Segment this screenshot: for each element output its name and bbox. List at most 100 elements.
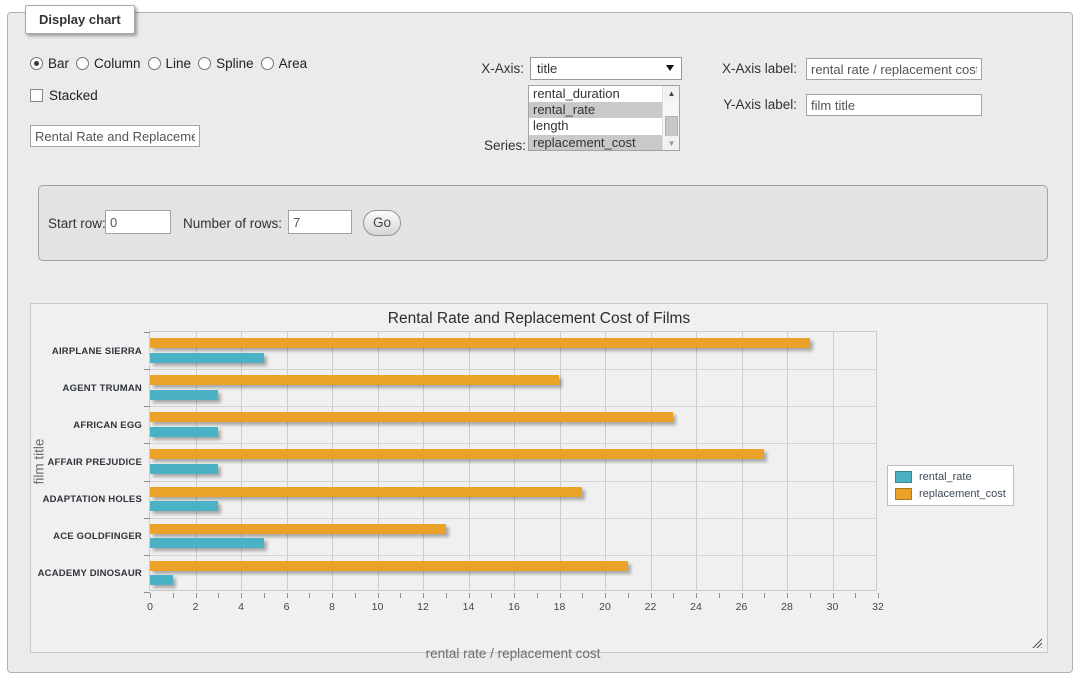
x-tick-mark: [196, 593, 197, 598]
x-tick-mark: [491, 593, 492, 598]
chart-container: Rental Rate and Replacement Cost of Film…: [30, 303, 1048, 653]
chart-type-option-line[interactable]: Line: [148, 56, 192, 71]
bar-rental_rate: [150, 575, 173, 585]
chart-type-radio-column[interactable]: [76, 57, 89, 70]
x-tick-mark: [628, 593, 629, 598]
grid-line-x: [605, 332, 606, 590]
chart-type-option-column[interactable]: Column: [76, 56, 141, 71]
x-axis-label-input[interactable]: [806, 58, 982, 80]
plot-area: AIRPLANE SIERRAAGENT TRUMANAFRICAN EGGAF…: [149, 331, 877, 591]
series-listbox[interactable]: rental_durationrental_ratelengthreplacem…: [528, 85, 680, 151]
chart-type-radio-spline[interactable]: [198, 57, 211, 70]
x-axis-title: rental rate / replacement cost: [149, 646, 877, 661]
y-tick-mark: [144, 443, 150, 444]
start-row-input[interactable]: [105, 210, 171, 234]
series-option-length[interactable]: length: [529, 118, 662, 134]
x-tick-label: 0: [147, 601, 153, 613]
bar-rental_rate: [150, 501, 218, 511]
x-tick-mark: [833, 593, 834, 598]
y-tick-mark: [144, 518, 150, 519]
series-option-replacement_cost[interactable]: replacement_cost: [529, 135, 662, 151]
x-tick-mark: [537, 593, 538, 598]
bar-replacement_cost: [150, 338, 810, 348]
x-tick-mark: [287, 593, 288, 598]
x-tick-mark: [719, 593, 720, 598]
bar-replacement_cost: [150, 412, 673, 422]
grid-line-x: [742, 332, 743, 590]
x-tick-mark: [218, 593, 219, 598]
y-tick-mark: [144, 555, 150, 556]
grid-line-x: [696, 332, 697, 590]
x-tick-mark: [787, 593, 788, 598]
x-tick-mark: [582, 593, 583, 598]
legend-swatch-rental_rate: [895, 471, 912, 483]
chart-type-option-spline[interactable]: Spline: [198, 56, 254, 71]
grid-line-x: [423, 332, 424, 590]
legend-row-rental_rate: rental_rate: [895, 471, 1006, 483]
grid-line-x: [241, 332, 242, 590]
chart-legend: rental_rate replacement_cost: [887, 465, 1014, 506]
x-tick-label: 4: [238, 601, 244, 613]
legend-row-replacement_cost: replacement_cost: [895, 488, 1006, 500]
legend-label-replacement_cost: replacement_cost: [919, 488, 1006, 500]
chart-type-option-bar[interactable]: Bar: [30, 56, 69, 71]
grid-line-y: [150, 518, 876, 519]
x-tick-mark: [696, 593, 697, 598]
x-tick-mark: [651, 593, 652, 598]
category-label: ACE GOLDFINGER: [32, 531, 142, 542]
x-axis-select-value: title: [537, 61, 557, 76]
grid-line-x: [651, 332, 652, 590]
chart-type-label-bar: Bar: [48, 56, 69, 71]
num-rows-label: Number of rows:: [183, 216, 282, 231]
bar-rental_rate: [150, 427, 218, 437]
stacked-option[interactable]: Stacked: [30, 88, 98, 103]
grid-line-y: [150, 406, 876, 407]
x-tick-label: 32: [872, 601, 884, 613]
x-tick-label: 26: [736, 601, 748, 613]
bar-rental_rate: [150, 353, 264, 363]
x-tick-label: 28: [781, 601, 793, 613]
chart-type-radio-area[interactable]: [261, 57, 274, 70]
grid-line-x: [560, 332, 561, 590]
bar-rental_rate: [150, 538, 264, 548]
series-select-label: Series:: [440, 138, 526, 153]
grid-line-x: [833, 332, 834, 590]
x-tick-label: 16: [508, 601, 520, 613]
x-tick-label: 8: [329, 601, 335, 613]
grid-line-x: [514, 332, 515, 590]
grid-line-x: [787, 332, 788, 590]
grid-line-y: [150, 555, 876, 556]
y-axis-title: film title: [32, 412, 47, 512]
x-tick-label: 20: [599, 601, 611, 613]
x-tick-mark: [355, 593, 356, 598]
grid-line-x: [469, 332, 470, 590]
go-button[interactable]: Go: [363, 210, 401, 236]
bar-rental_rate: [150, 390, 218, 400]
category-label: AFFAIR PREJUDICE: [32, 457, 142, 468]
y-axis-label-field-label: Y-Axis label:: [640, 97, 797, 112]
chart-type-label-column: Column: [94, 56, 141, 71]
x-tick-mark: [332, 593, 333, 598]
grid-line-x: [196, 332, 197, 590]
bar-replacement_cost: [150, 561, 628, 571]
series-listbox-scrollbar[interactable]: ▲ ▼: [662, 86, 679, 150]
x-tick-mark: [173, 593, 174, 598]
category-label: ADAPTATION HOLES: [32, 494, 142, 505]
stacked-checkbox[interactable]: [30, 89, 43, 102]
scroll-down-icon[interactable]: ▼: [664, 136, 679, 150]
chart-title: Rental Rate and Replacement Cost of Film…: [31, 310, 1047, 328]
resize-handle-icon[interactable]: [1031, 637, 1042, 648]
x-tick-mark: [446, 593, 447, 598]
chart-type-radio-bar[interactable]: [30, 57, 43, 70]
x-tick-mark: [605, 593, 606, 598]
scrollbar-thumb[interactable]: [665, 116, 678, 137]
bar-rental_rate: [150, 464, 218, 474]
y-axis-label-input[interactable]: [806, 94, 982, 116]
chart-type-radio-line[interactable]: [148, 57, 161, 70]
x-tick-label: 6: [284, 601, 290, 613]
x-tick-mark: [400, 593, 401, 598]
chart-type-option-area[interactable]: Area: [261, 56, 308, 71]
num-rows-input[interactable]: [288, 210, 352, 234]
chart-type-label-spline: Spline: [216, 56, 254, 71]
chart-title-input[interactable]: [30, 125, 200, 147]
